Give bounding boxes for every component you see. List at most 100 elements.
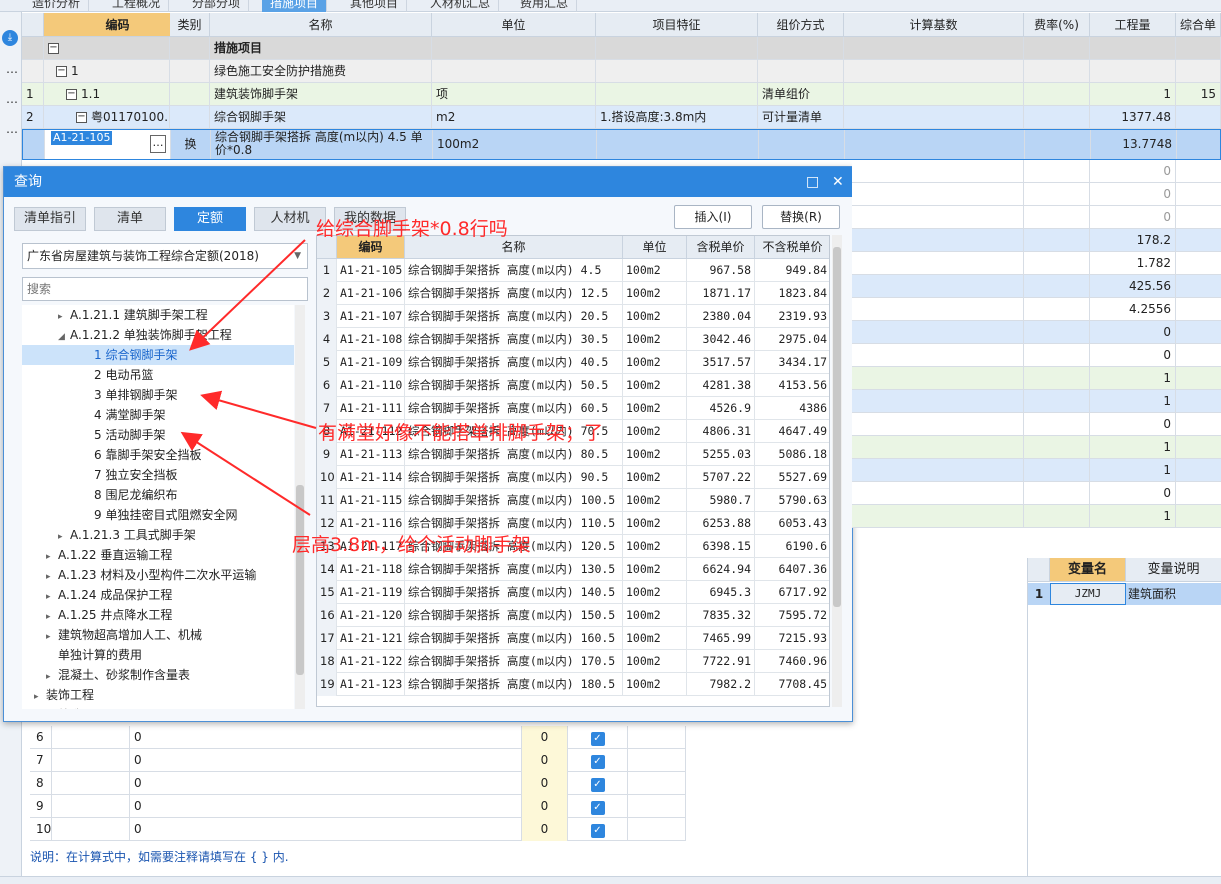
- formula-row[interactable]: 6 0 0 ✓: [30, 726, 686, 749]
- expand-arrow-icon[interactable]: ▸: [34, 687, 46, 707]
- tab-material-summary[interactable]: 人材机汇总: [422, 0, 500, 12]
- quota-row[interactable]: 7 A1-21-111 综合钢脚手架搭拆 高度(m以内) 60.5 100m2 4526…: [317, 397, 829, 420]
- tree-node[interactable]: 3 单排钢脚手架: [22, 385, 294, 405]
- table-row[interactable]: 0: [852, 344, 1221, 367]
- tree-node[interactable]: ▸ 混凝土、砂浆制作含量表: [22, 665, 294, 685]
- variable-row[interactable]: 1 JZMJ 建筑面积: [1028, 583, 1221, 605]
- table-row[interactable]: 0: [852, 183, 1221, 206]
- expand-arrow-icon[interactable]: ▸: [46, 547, 58, 567]
- quota-row[interactable]: 5 A1-21-109 综合钢脚手架搭拆 高度(m以内) 40.5 100m2 3517…: [317, 351, 829, 374]
- quota-row[interactable]: 18 A1-21-122 综合钢脚手架搭拆 高度(m以内) 170.5 100m2 77…: [317, 650, 829, 673]
- quota-row[interactable]: 15 A1-21-119 综合钢脚手架搭拆 高度(m以内) 140.5 100m2 69…: [317, 581, 829, 604]
- quota-row[interactable]: 1 A1-21-105 综合钢脚手架搭拆 高度(m以内) 4.5 100m2 967.5…: [317, 259, 829, 282]
- quota-row[interactable]: 4 A1-21-108 综合钢脚手架搭拆 高度(m以内) 30.5 100m2 3042…: [317, 328, 829, 351]
- tree-node[interactable]: 4 满堂脚手架: [22, 405, 294, 425]
- table-row[interactable]: 0: [852, 160, 1221, 183]
- header-feature[interactable]: 项目特征: [596, 13, 758, 37]
- tree-node[interactable]: ▸ A.1.25 井点降水工程: [22, 605, 294, 625]
- table-row[interactable]: 1: [852, 505, 1221, 528]
- header-name[interactable]: 名称: [210, 13, 432, 37]
- quota-row[interactable]: 16 A1-21-120 综合钢脚手架搭拆 高度(m以内) 150.5 100m2 78…: [317, 604, 829, 627]
- formula-row[interactable]: 10 0 0 ✓: [30, 818, 686, 841]
- tree-node[interactable]: 单独计算的费用: [22, 645, 294, 665]
- tree-node[interactable]: 2 电动吊篮: [22, 365, 294, 385]
- tree-node[interactable]: ▸ A.1.24 成品保护工程: [22, 585, 294, 605]
- download-icon[interactable]: ⤓: [2, 30, 18, 46]
- tree-node[interactable]: ◢ A.1.21.2 单独装饰脚手架工程: [22, 325, 294, 345]
- table-scrollbar[interactable]: [832, 235, 842, 707]
- quota-row[interactable]: 2 A1-21-106 综合钢脚手架搭拆 高度(m以内) 12.5 100m2 1871…: [317, 282, 829, 305]
- qheader-tax-price[interactable]: 含税单价: [687, 236, 755, 259]
- table-row[interactable]: 1: [852, 367, 1221, 390]
- qheader-unit[interactable]: 单位: [623, 236, 687, 259]
- tree-scrollbar[interactable]: [295, 305, 305, 709]
- row-code-editor[interactable]: A1-21-105 …: [45, 130, 171, 159]
- more-icon[interactable]: …: [6, 92, 18, 106]
- expand-arrow-icon[interactable]: ▸: [46, 627, 58, 647]
- tree-node[interactable]: 9 单独挂密目式阻燃安全网: [22, 505, 294, 525]
- more-icon[interactable]: …: [6, 62, 18, 76]
- checkbox-icon[interactable]: ✓: [590, 824, 605, 838]
- header-method[interactable]: 组价方式: [758, 13, 844, 37]
- quota-row[interactable]: 3 A1-21-107 综合钢脚手架搭拆 高度(m以内) 20.5 100m2 2380…: [317, 305, 829, 328]
- table-row[interactable]: 1: [852, 436, 1221, 459]
- table-row[interactable]: 2 − 粤01170100… 综合钢脚手架 m2 1.搭设高度:3.8m内 可计量…: [22, 106, 1221, 129]
- quota-row[interactable]: 6 A1-21-110 综合钢脚手架搭拆 高度(m以内) 50.5 100m2 4281…: [317, 374, 829, 397]
- table-row[interactable]: 0: [852, 413, 1221, 436]
- tab-list[interactable]: 清单: [94, 207, 166, 231]
- formula-row[interactable]: 7 0 0 ✓: [30, 749, 686, 772]
- header-var-desc[interactable]: 变量说明: [1126, 558, 1221, 582]
- table-row[interactable]: 1 −1.1 建筑装饰脚手架 项 清单组价 1 15: [22, 83, 1221, 106]
- tree-node[interactable]: ▸ A.1.22 垂直运输工程: [22, 545, 294, 565]
- expand-arrow-icon[interactable]: ◢: [58, 327, 70, 347]
- insert-button[interactable]: 插入(I): [674, 205, 752, 229]
- table-row[interactable]: − 措施项目: [22, 37, 1221, 60]
- expand-arrow-icon[interactable]: ▸: [46, 587, 58, 607]
- quota-row[interactable]: 19 A1-21-123 综合钢脚手架搭拆 高度(m以内) 180.5 100m2 79…: [317, 673, 829, 696]
- checkbox-icon[interactable]: ✓: [590, 801, 605, 815]
- tree-node[interactable]: ▸ A.1.21.3 工具式脚手架: [22, 525, 294, 545]
- checkbox-icon[interactable]: ✓: [590, 755, 605, 769]
- tab-fee-summary[interactable]: 费用汇总: [512, 0, 578, 12]
- quota-row[interactable]: 9 A1-21-113 综合钢脚手架搭拆 高度(m以内) 80.5 100m2 5255…: [317, 443, 829, 466]
- tab-list-guide[interactable]: 清单指引: [14, 207, 86, 231]
- header-var-name[interactable]: 变量名: [1050, 558, 1126, 582]
- var-name-cell[interactable]: JZMJ: [1050, 583, 1126, 605]
- tab-project-overview[interactable]: 工程概况: [104, 0, 170, 12]
- expand-arrow-icon[interactable]: ▸: [46, 567, 58, 587]
- close-icon[interactable]: ✕: [832, 167, 844, 197]
- header-unit[interactable]: 单位: [432, 13, 596, 37]
- collapse-icon[interactable]: −: [48, 43, 59, 54]
- collapse-icon[interactable]: −: [76, 112, 87, 123]
- replace-button[interactable]: 替换(R): [762, 205, 840, 229]
- header-base[interactable]: 计算基数: [844, 13, 1024, 37]
- quota-row[interactable]: 11 A1-21-115 综合钢脚手架搭拆 高度(m以内) 100.5 100m2 59…: [317, 489, 829, 512]
- table-row[interactable]: 0: [852, 321, 1221, 344]
- qheader-notax-price[interactable]: 不含税单价: [755, 236, 829, 259]
- table-row[interactable]: 425.56: [852, 275, 1221, 298]
- tree-node[interactable]: ▸ A.1.21.1 建筑脚手架工程: [22, 305, 294, 325]
- tab-other-items[interactable]: 其他项目: [342, 0, 408, 12]
- expand-arrow-icon[interactable]: ▸: [46, 667, 58, 687]
- quota-row[interactable]: 10 A1-21-114 综合钢脚手架搭拆 高度(m以内) 90.5 100m2 570…: [317, 466, 829, 489]
- more-icon[interactable]: …: [6, 122, 18, 136]
- table-row[interactable]: 1: [852, 459, 1221, 482]
- expand-arrow-icon[interactable]: ▸: [58, 307, 70, 327]
- table-row[interactable]: 178.2: [852, 229, 1221, 252]
- tab-cost-analysis[interactable]: 造价分析: [24, 0, 90, 12]
- quota-library-select[interactable]: 广东省房屋建筑与装饰工程综合定额(2018) ▼: [22, 243, 308, 269]
- tree-node[interactable]: 国外造价: [22, 705, 294, 709]
- table-row[interactable]: 1.782: [852, 252, 1221, 275]
- ellipsis-button[interactable]: …: [150, 135, 166, 153]
- tree-node[interactable]: ▸ 装饰工程: [22, 685, 294, 705]
- table-row[interactable]: 4.2556: [852, 298, 1221, 321]
- table-row[interactable]: 0: [852, 206, 1221, 229]
- checkbox-icon[interactable]: ✓: [590, 778, 605, 792]
- expand-arrow-icon[interactable]: ▸: [58, 527, 70, 547]
- header-rate[interactable]: 费率(%): [1024, 13, 1090, 37]
- header-price[interactable]: 综合单: [1176, 13, 1221, 37]
- tab-quota[interactable]: 定额: [174, 207, 246, 231]
- tree-node[interactable]: 1 综合钢脚手架: [22, 345, 294, 365]
- tab-itemized[interactable]: 分部分项: [184, 0, 250, 12]
- header-type[interactable]: 类别: [170, 13, 210, 37]
